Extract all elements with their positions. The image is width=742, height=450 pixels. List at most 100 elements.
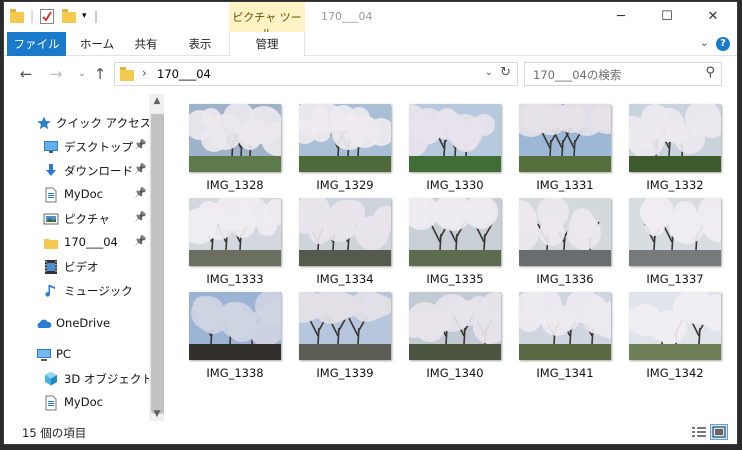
- refresh-icon[interactable]: ↻: [500, 65, 511, 80]
- folder-icon[interactable]: [10, 9, 24, 25]
- file-item[interactable]: IMG_1340: [400, 292, 504, 384]
- sidebar-item-ダウンロード[interactable]: ダウンロード 📌: [4, 160, 149, 182]
- sidebar-item-pc[interactable]: PC: [4, 344, 149, 366]
- sidebar-item-3d-オブジェクト[interactable]: 3D オブジェクト: [4, 368, 153, 390]
- sidebar-item-mydoc[interactable]: MyDoc 📌: [4, 184, 149, 206]
- customize-quick-access-icon[interactable]: ▾: [82, 11, 87, 27]
- file-item[interactable]: IMG_1328: [180, 104, 284, 196]
- address-bar[interactable]: › 170___04 ⌄ ↻: [114, 62, 518, 86]
- chevron-down-icon[interactable]: ⌄: [485, 67, 493, 78]
- file-name[interactable]: IMG_1338: [180, 366, 290, 380]
- pin-icon[interactable]: 📌: [134, 236, 146, 247]
- image-thumbnail[interactable]: [189, 104, 281, 172]
- image-thumbnail[interactable]: [519, 292, 611, 360]
- up-button[interactable]: ↑: [90, 64, 110, 84]
- search-box[interactable]: 170___04の検索 ⚲: [524, 62, 722, 86]
- file-name[interactable]: IMG_1340: [400, 366, 510, 380]
- sidebar-item-170___04[interactable]: 170___04 📌: [4, 232, 149, 254]
- image-thumbnail[interactable]: [189, 292, 281, 360]
- document-icon: [43, 395, 59, 411]
- image-thumbnail[interactable]: [409, 198, 501, 266]
- image-thumbnail[interactable]: [299, 198, 391, 266]
- image-thumbnail[interactable]: [629, 292, 721, 360]
- file-name[interactable]: IMG_1335: [400, 272, 510, 286]
- file-name[interactable]: IMG_1332: [620, 178, 730, 192]
- image-thumbnail[interactable]: [299, 292, 391, 360]
- file-name[interactable]: IMG_1337: [620, 272, 730, 286]
- pin-icon[interactable]: 📌: [134, 188, 146, 199]
- sidebar-item-onedrive[interactable]: OneDrive: [4, 313, 149, 335]
- help-icon[interactable]: ?: [716, 37, 730, 51]
- search-placeholder[interactable]: 170___04の検索: [533, 67, 621, 83]
- image-thumbnail[interactable]: [519, 198, 611, 266]
- close-button[interactable]: ✕: [690, 2, 736, 32]
- file-item[interactable]: IMG_1342: [620, 292, 724, 384]
- tab-view[interactable]: 表示: [180, 32, 220, 56]
- sidebar-item-ピクチャ[interactable]: ピクチャ 📌: [4, 208, 149, 230]
- new-folder-icon[interactable]: [62, 9, 76, 25]
- file-item[interactable]: IMG_1338: [180, 292, 284, 384]
- image-thumbnail[interactable]: [519, 104, 611, 172]
- file-name[interactable]: IMG_1339: [290, 366, 400, 380]
- tab-manage[interactable]: 管理: [229, 32, 305, 56]
- image-thumbnail[interactable]: [299, 104, 391, 172]
- file-name[interactable]: IMG_1331: [510, 178, 620, 192]
- large-icons-view-icon[interactable]: [710, 424, 728, 440]
- scroll-up-icon[interactable]: ▲: [149, 96, 164, 106]
- scroll-down-icon[interactable]: ▼: [149, 409, 164, 419]
- file-name[interactable]: IMG_1330: [400, 178, 510, 192]
- image-thumbnail[interactable]: [629, 198, 721, 266]
- file-item[interactable]: IMG_1336: [510, 198, 614, 290]
- file-item[interactable]: IMG_1339: [290, 292, 394, 384]
- tab-file[interactable]: ファイル: [7, 32, 66, 56]
- pin-icon[interactable]: 📌: [134, 212, 146, 223]
- sidebar-item-ミュージック[interactable]: ミュージック: [4, 280, 149, 302]
- desktop-icon: [43, 139, 59, 155]
- file-item[interactable]: IMG_1330: [400, 104, 504, 196]
- sidebar-item-mydoc[interactable]: MyDoc: [4, 392, 149, 414]
- file-item[interactable]: IMG_1332: [620, 104, 724, 196]
- image-thumbnail[interactable]: [629, 104, 721, 172]
- file-item[interactable]: IMG_1329: [290, 104, 394, 196]
- pin-icon[interactable]: 📌: [134, 164, 146, 175]
- pin-icon[interactable]: 📌: [134, 140, 146, 151]
- nav-scrollbar[interactable]: ▲ ▼: [149, 94, 164, 421]
- ribbon-tabs: ファイル ホーム 共有 表示 管理 ⌄ ?: [4, 32, 737, 56]
- minimize-button[interactable]: ─: [598, 2, 644, 32]
- file-name[interactable]: IMG_1342: [620, 366, 730, 380]
- tab-home[interactable]: ホーム: [72, 32, 122, 56]
- maximize-button[interactable]: ☐: [644, 2, 690, 32]
- scroll-thumb[interactable]: [151, 114, 163, 412]
- file-item[interactable]: IMG_1341: [510, 292, 614, 384]
- image-thumbnail[interactable]: [189, 198, 281, 266]
- 3d-objects-icon: [43, 371, 59, 387]
- file-name[interactable]: IMG_1329: [290, 178, 400, 192]
- back-button[interactable]: ←: [16, 64, 36, 84]
- address-path[interactable]: 170___04: [157, 67, 211, 81]
- explorer-window: | ▾ | ピクチャ ツール 170___04 ─ ☐ ✕ ファイル ホーム 共…: [3, 1, 738, 445]
- details-view-icon[interactable]: [690, 424, 708, 440]
- file-name[interactable]: IMG_1334: [290, 272, 400, 286]
- file-item[interactable]: IMG_1334: [290, 198, 394, 290]
- expand-ribbon-icon[interactable]: ⌄: [700, 36, 709, 49]
- file-item[interactable]: IMG_1335: [400, 198, 504, 290]
- file-name[interactable]: IMG_1341: [510, 366, 620, 380]
- search-icon[interactable]: ⚲: [705, 65, 715, 80]
- file-name[interactable]: IMG_1333: [180, 272, 290, 286]
- sidebar-item-クイック-アクセス[interactable]: クイック アクセス: [4, 112, 151, 134]
- divider: |: [30, 9, 35, 23]
- file-name[interactable]: IMG_1336: [510, 272, 620, 286]
- chevron-right-icon[interactable]: ›: [142, 66, 147, 80]
- file-item[interactable]: IMG_1333: [180, 198, 284, 290]
- sidebar-item-ビデオ[interactable]: ビデオ: [4, 256, 149, 278]
- image-thumbnail[interactable]: [409, 104, 501, 172]
- properties-icon[interactable]: [40, 9, 54, 24]
- forward-button[interactable]: →: [46, 64, 66, 84]
- file-name[interactable]: IMG_1328: [180, 178, 290, 192]
- file-item[interactable]: IMG_1337: [620, 198, 724, 290]
- sidebar-item-デスクトップ[interactable]: デスクトップ 📌: [4, 136, 149, 158]
- recent-locations-icon[interactable]: ⌄: [72, 64, 92, 84]
- file-item[interactable]: IMG_1331: [510, 104, 614, 196]
- image-thumbnail[interactable]: [409, 292, 501, 360]
- tab-share[interactable]: 共有: [126, 32, 166, 56]
